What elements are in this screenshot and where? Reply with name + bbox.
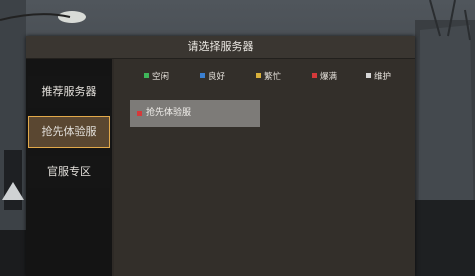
legend-label: 繁忙 bbox=[264, 72, 282, 82]
server-category-sidebar: 推荐服务器 抢先体验服 官服专区 bbox=[26, 59, 112, 276]
server-status-icon bbox=[137, 111, 142, 116]
dialog-title-bar: 请选择服务器 bbox=[26, 36, 415, 59]
legend-label: 爆满 bbox=[320, 72, 338, 82]
server-name: 抢先体验服 bbox=[146, 108, 192, 118]
status-idle-icon bbox=[144, 73, 149, 78]
legend-item-full: 爆满 bbox=[312, 67, 337, 87]
legend-item-maintenance: 维护 bbox=[366, 67, 391, 87]
dialog-title: 请选择服务器 bbox=[187, 40, 254, 53]
sidebar-item-early-access[interactable]: 抢先体验服 bbox=[28, 116, 110, 148]
legend-label: 空闲 bbox=[152, 72, 170, 82]
status-busy-icon bbox=[256, 73, 261, 78]
sidebar-item-official[interactable]: 官服专区 bbox=[28, 156, 110, 188]
status-good-icon bbox=[200, 73, 205, 78]
legend-label: 维护 bbox=[374, 72, 392, 82]
status-full-icon bbox=[312, 73, 317, 78]
status-maintenance-icon bbox=[366, 73, 371, 78]
server-list-panel: 空闲 良好 繁忙 爆满 维护 抢先体验服 bbox=[114, 59, 415, 276]
legend-label: 良好 bbox=[208, 72, 226, 82]
sidebar-item-recommended[interactable]: 推荐服务器 bbox=[28, 76, 110, 108]
server-entry[interactable]: 抢先体验服 bbox=[130, 100, 260, 127]
legend-item-busy: 繁忙 bbox=[256, 67, 281, 87]
server-select-dialog: 请选择服务器 推荐服务器 抢先体验服 官服专区 空闲 良好 繁忙 爆满 维护 抢… bbox=[26, 36, 415, 276]
legend-item-good: 良好 bbox=[200, 67, 225, 87]
status-legend: 空闲 良好 繁忙 爆满 维护 bbox=[114, 67, 415, 87]
legend-item-idle: 空闲 bbox=[144, 67, 169, 87]
